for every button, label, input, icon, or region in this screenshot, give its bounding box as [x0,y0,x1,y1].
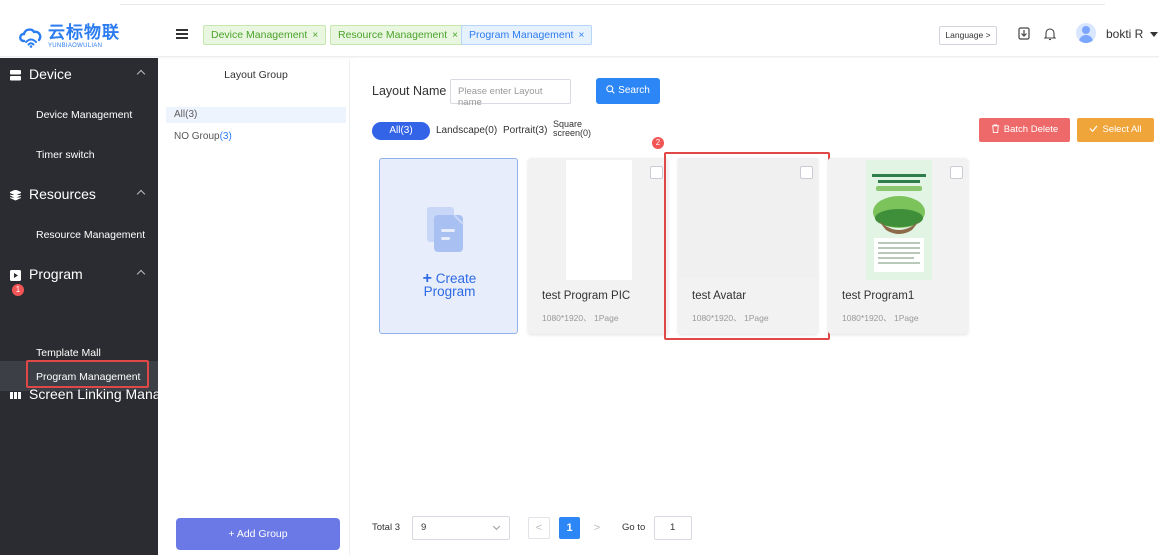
logo-english-text: YUNBIAOWULIAN [48,43,103,49]
search-button-label: Search [618,85,650,96]
sidebar-group-label: Program [29,266,83,282]
sidebar-group-program[interactable]: Program [0,258,158,290]
search-button[interactable]: Search [596,78,660,104]
batch-delete-button[interactable]: Batch Delete [979,118,1070,142]
tab-close-icon[interactable]: × [452,30,458,41]
goto-label: Go to [622,522,646,533]
group-item-all[interactable]: All(3) [166,107,346,123]
sidebar-group-label: Device [29,66,72,82]
tab-close-icon[interactable]: × [578,30,584,41]
user-avatar[interactable] [1076,23,1096,43]
sidebar-item-device-management[interactable]: Device Management [36,109,132,121]
check-icon [1089,125,1099,133]
sidebar-group-screen-linking[interactable]: Screen Linking Mana [0,378,158,410]
top-header: 云标物联 YUNBIAOWULIAN Device Management × Re… [0,12,1159,57]
resources-icon [9,188,22,201]
sidebar-item-timer-switch[interactable]: Timer switch [36,149,95,161]
language-button[interactable]: Language > [939,26,997,45]
notification-bell-icon[interactable] [1043,26,1057,42]
chevron-up-icon [136,69,146,79]
select-all-button[interactable]: Select All [1077,118,1154,142]
program-title: test Program PIC [542,290,631,302]
tab-label: Device Management [211,29,308,41]
program-card[interactable]: test Program1 1080*1920、 1Page [828,158,968,334]
top-divider [120,4,1105,5]
create-label-line: Program [423,284,476,299]
tab-close-icon[interactable]: × [312,30,318,41]
group-item-label: All(3) [174,109,198,120]
sidebar-group-label: Resources [29,186,96,202]
filter-label-line: screen(0) [553,128,592,138]
program-title: test Program1 [842,290,915,302]
chevron-up-icon [136,269,146,279]
select-all-label: Select All [1102,124,1142,135]
sidebar-group-device[interactable]: Device [0,58,158,90]
search-icon [606,85,615,94]
group-item-label: NO Group [174,131,220,142]
layout-name-input[interactable]: Please enter Layout name [450,79,571,108]
group-item-no-group[interactable]: NO Group(3) [174,131,232,142]
add-group-button[interactable]: + Add Group [176,518,340,550]
tab-label: Resource Management [338,29,448,41]
tab-resource-management[interactable]: Resource Management × [330,25,466,45]
sidebar-item-resource-management[interactable]: Resource Management [36,229,145,241]
page-size-select[interactable]: 9 [412,516,510,540]
chevron-up-icon [136,189,146,199]
program-checkbox[interactable] [650,166,663,179]
sidebar-group-label: Screen Linking Mana [29,386,158,402]
goto-page-input[interactable]: 1 [654,516,692,540]
pagination-total: Total 3 [372,522,400,533]
tab-label: Program Management [469,29,574,41]
program-subtitle: 1080*1920、 1Page [542,313,619,323]
logo-cloud-icon [18,26,44,48]
filter-portrait[interactable]: Portrait(3) [503,125,547,136]
batch-delete-label: Batch Delete [1003,124,1059,135]
filter-landscape[interactable]: Landscape(0) [436,125,497,136]
document-icon [427,207,465,253]
layout-group-panel: Layout Group All(3) NO Group(3) + Add Gr… [162,60,350,555]
page-size-value: 9 [421,522,427,533]
program-icon [10,268,21,281]
create-program-label: + Create Program [380,271,519,299]
layout-name-label: Layout Name [372,84,447,98]
layout-group-title: Layout Group [224,69,288,81]
prev-page-button[interactable]: < [528,517,550,539]
screen-linking-icon [10,388,21,399]
app-root: 云标物联 YUNBIAOWULIAN Device Management × Re… [0,0,1159,555]
next-page-button[interactable]: > [586,517,608,539]
highlight-box-test-avatar [664,152,830,340]
current-page-button[interactable]: 1 [559,517,580,539]
tab-program-management[interactable]: Program Management × [461,25,593,45]
menu-toggle-icon[interactable] [176,29,188,39]
program-subtitle: 1080*1920、 1Page [842,313,919,323]
step-badge-2: 2 [652,137,664,149]
sidebar: Device Device Management Timer switch Re… [0,58,158,555]
filter-all[interactable]: All(3) [372,122,430,140]
program-thumbnail [866,160,932,280]
program-card[interactable]: test Program PIC 1080*1920、 1Page [528,158,668,334]
group-item-count: (3) [219,131,232,142]
user-name[interactable]: bokti R [1106,27,1143,41]
trash-icon [991,124,999,133]
user-dropdown-caret-icon[interactable] [1150,32,1158,37]
create-program-card[interactable]: + Create Program [379,158,518,334]
chevron-down-icon [492,522,501,531]
step-badge-1: 1 [12,284,24,296]
main-content: Layout Name Please enter Layout name Sea… [355,58,1159,555]
device-icon [10,68,21,81]
logo-chinese-text: 云标物联 [48,23,120,42]
program-checkbox[interactable] [950,166,963,179]
filter-square-screen[interactable]: Square screen(0) [553,120,591,138]
program-thumbnail [566,160,632,280]
tab-device-management[interactable]: Device Management × [203,25,327,45]
sidebar-group-resources[interactable]: Resources [0,178,158,210]
logo[interactable]: 云标物联 YUNBIAOWULIAN [18,24,120,49]
download-icon[interactable] [1017,26,1031,42]
sidebar-item-template-mall[interactable]: Template Mall [36,347,101,359]
